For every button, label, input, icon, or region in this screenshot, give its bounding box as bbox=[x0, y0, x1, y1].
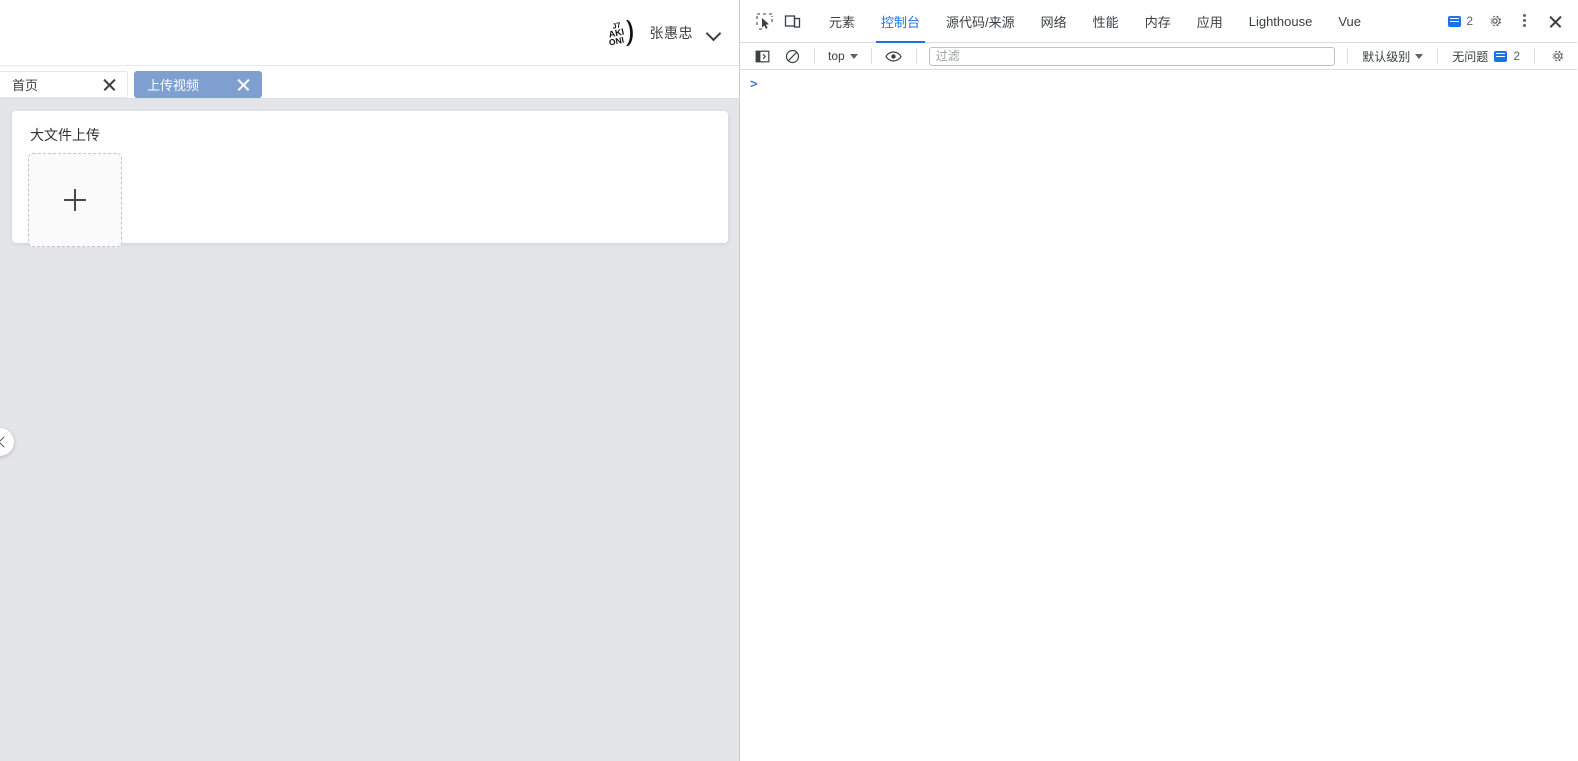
tab-label: Lighthouse bbox=[1248, 13, 1313, 29]
devtools-tab-memory[interactable]: 内存 bbox=[1132, 0, 1184, 43]
devtools-tab-console[interactable]: 控制台 bbox=[868, 0, 933, 43]
close-icon[interactable] bbox=[236, 77, 251, 92]
issues-label: 无问题 bbox=[1452, 49, 1489, 64]
toolbar-divider bbox=[1534, 48, 1535, 64]
devtools-tab-elements[interactable]: 元素 bbox=[816, 0, 868, 43]
tab-label: 网络 bbox=[1040, 14, 1067, 30]
tab-label: 应用 bbox=[1196, 14, 1223, 30]
devtools-pane: 元素 控制台 源代码/来源 网络 性能 内存 应用 Lighthouse Vue… bbox=[740, 0, 1577, 761]
svg-text:ONI: ONI bbox=[607, 34, 624, 47]
console-issues-badge[interactable]: 无问题 2 bbox=[1446, 48, 1526, 65]
devtools-message-badge[interactable]: 2 bbox=[1442, 14, 1479, 28]
toolbar-divider bbox=[1347, 48, 1349, 64]
message-badge-icon bbox=[1494, 50, 1508, 62]
more-vertical-icon[interactable] bbox=[1511, 7, 1539, 35]
chevron-down-icon[interactable] bbox=[707, 26, 721, 40]
chevron-right-icon: > bbox=[750, 76, 758, 92]
card-title: 大文件上传 bbox=[30, 127, 100, 143]
kebab-dots bbox=[1523, 13, 1527, 29]
message-badge-icon bbox=[1448, 15, 1462, 27]
large-file-upload-card: 大文件上传 bbox=[12, 111, 728, 247]
app-tab-label: 首页 bbox=[12, 78, 39, 93]
live-expression-eye-icon[interactable] bbox=[880, 42, 908, 70]
devtools-tab-network[interactable]: 网络 bbox=[1028, 0, 1080, 43]
toolbar-divider bbox=[1437, 48, 1439, 64]
screen-root: J7 AKI ONI 张惠忠 首页 上传视频 大文件上传 元素 控制台 源代码/… bbox=[0, 0, 1578, 761]
app-header: J7 AKI ONI 张惠忠 bbox=[0, 0, 739, 66]
console-sidebar-icon[interactable] bbox=[748, 42, 776, 70]
app-tab-upload-video[interactable]: 上传视频 bbox=[134, 71, 262, 98]
chevron-down-icon bbox=[849, 53, 858, 59]
gear-icon[interactable] bbox=[1481, 7, 1509, 35]
console-settings-gear-icon[interactable] bbox=[1543, 42, 1571, 70]
devtools-toolbar-right: 2 bbox=[1442, 7, 1571, 35]
console-context-value: top bbox=[828, 49, 845, 63]
close-glyph bbox=[1548, 14, 1563, 29]
tab-label: Vue bbox=[1338, 13, 1361, 29]
tab-label: 源代码/来源 bbox=[946, 14, 1015, 30]
console-toolbar: top 默认级别 无问题 2 bbox=[740, 43, 1577, 70]
issues-count: 2 bbox=[1513, 49, 1520, 63]
tab-label: 元素 bbox=[829, 14, 856, 30]
devtools-tab-lighthouse[interactable]: Lighthouse bbox=[1236, 0, 1326, 43]
chevron-down-icon bbox=[1415, 53, 1424, 59]
console-prompt-row[interactable]: > bbox=[740, 74, 1577, 94]
user-menu[interactable]: J7 AKI ONI 张惠忠 bbox=[603, 15, 722, 50]
message-count: 2 bbox=[1466, 14, 1473, 28]
devtools-tab-vue[interactable]: Vue bbox=[1325, 0, 1374, 43]
app-tab-label: 上传视频 bbox=[147, 78, 200, 93]
chevron-left-icon bbox=[0, 437, 9, 447]
devtools-tab-list: 元素 控制台 源代码/来源 网络 性能 内存 应用 Lighthouse Vue bbox=[816, 0, 1374, 43]
devtools-tab-sources[interactable]: 源代码/来源 bbox=[933, 0, 1028, 43]
user-avatar-logo: J7 AKI ONI bbox=[603, 15, 638, 50]
close-icon[interactable] bbox=[1541, 7, 1569, 35]
console-filter-input[interactable] bbox=[928, 46, 1336, 66]
console-output[interactable]: > bbox=[740, 70, 1577, 761]
devtools-tab-application[interactable]: 应用 bbox=[1184, 0, 1236, 43]
app-tab-home[interactable]: 首页 bbox=[0, 71, 128, 98]
toolbar-divider bbox=[814, 48, 815, 64]
plus-icon bbox=[64, 189, 86, 211]
tab-label: 内存 bbox=[1144, 14, 1171, 30]
console-context-select[interactable]: top bbox=[823, 47, 863, 65]
device-toolbar-icon[interactable] bbox=[778, 7, 806, 35]
devtools-tabbar: 元素 控制台 源代码/来源 网络 性能 内存 应用 Lighthouse Vue… bbox=[740, 0, 1577, 43]
inspect-element-icon[interactable] bbox=[750, 7, 778, 35]
toolbar-divider bbox=[870, 48, 872, 64]
upload-dropzone[interactable] bbox=[28, 153, 122, 247]
web-app-pane: J7 AKI ONI 张惠忠 首页 上传视频 大文件上传 bbox=[0, 0, 740, 761]
console-level-select[interactable]: 默认级别 bbox=[1356, 46, 1429, 67]
close-icon[interactable] bbox=[102, 77, 117, 92]
app-tab-strip: 首页 上传视频 bbox=[0, 66, 739, 99]
clear-console-icon[interactable] bbox=[778, 42, 806, 70]
toolbar-divider bbox=[915, 48, 917, 64]
tab-label: 控制台 bbox=[881, 14, 921, 30]
devtools-tab-performance[interactable]: 性能 bbox=[1080, 0, 1132, 43]
app-content: 大文件上传 bbox=[0, 99, 739, 761]
console-level-value: 默认级别 bbox=[1362, 49, 1411, 64]
username-label: 张惠忠 bbox=[649, 24, 693, 41]
tab-label: 性能 bbox=[1092, 14, 1119, 30]
